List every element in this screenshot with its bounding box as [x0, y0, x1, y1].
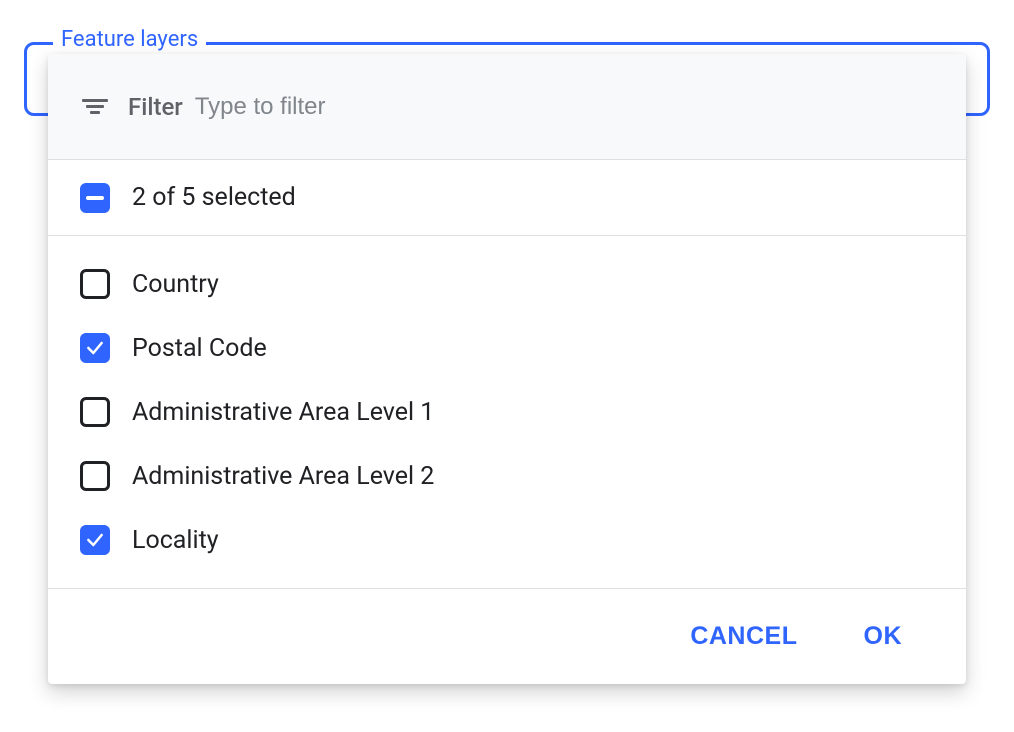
option-row[interactable]: Administrative Area Level 2 [48, 444, 966, 508]
cancel-button[interactable]: CANCEL [684, 621, 803, 652]
option-label: Administrative Area Level 2 [132, 462, 434, 491]
feature-layers-dropdown: Filter 2 of 5 selected Country Postal Cod… [48, 54, 966, 684]
checkbox[interactable] [80, 397, 110, 427]
options-list: Country Postal Code Administrative Area Le… [48, 236, 966, 588]
filter-input[interactable] [193, 92, 932, 122]
option-label: Locality [132, 526, 219, 555]
filter-bar: Filter [48, 54, 966, 160]
option-row[interactable]: Postal Code [48, 316, 966, 380]
option-label: Country [132, 270, 219, 299]
dialog-actions: CANCEL OK [48, 588, 966, 684]
select-all-checkbox-indeterminate[interactable] [80, 183, 110, 213]
filter-icon [82, 99, 108, 114]
ok-button[interactable]: OK [858, 621, 909, 652]
option-row[interactable]: Country [48, 252, 966, 316]
option-row[interactable]: Administrative Area Level 1 [48, 380, 966, 444]
select-all-row[interactable]: 2 of 5 selected [48, 160, 966, 236]
option-row[interactable]: Locality [48, 508, 966, 572]
field-legend: Feature layers [53, 27, 206, 52]
option-label: Postal Code [132, 334, 267, 363]
checkbox[interactable] [80, 269, 110, 299]
checkbox[interactable] [80, 333, 110, 363]
filter-label: Filter [128, 93, 183, 121]
option-label: Administrative Area Level 1 [132, 398, 434, 427]
checkbox[interactable] [80, 525, 110, 555]
select-all-summary: 2 of 5 selected [132, 183, 296, 212]
checkbox[interactable] [80, 461, 110, 491]
